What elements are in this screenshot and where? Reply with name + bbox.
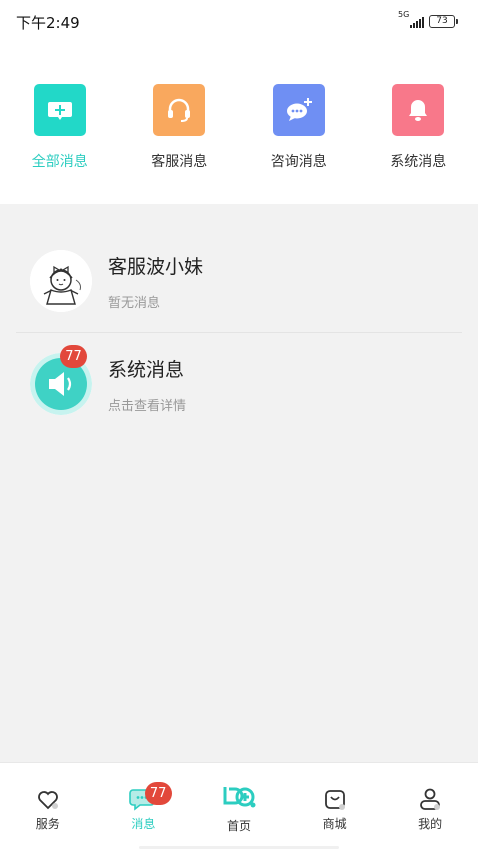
tab-label: 消息 [131, 817, 156, 831]
tab-service[interactable]: 服务 [0, 763, 96, 850]
list-item-customer-service[interactable]: 客服波小妹 暂无消息 [0, 230, 478, 333]
network-type: 5G [398, 10, 410, 19]
tab-label: 首页 [226, 819, 251, 833]
shopping-bag-icon [322, 785, 348, 813]
home-indicator [139, 846, 339, 849]
category-system[interactable]: 系统消息 [359, 84, 478, 171]
message-square-icon [33, 84, 86, 136]
category-consultation[interactable]: 咨询消息 [239, 84, 359, 171]
headset-icon [153, 84, 206, 136]
message-title: 系统消息 [108, 359, 185, 381]
category-label: 系统消息 [390, 154, 447, 170]
unread-badge: 77 [144, 782, 172, 805]
tab-home[interactable]: 首页 [191, 763, 287, 850]
category-all-messages[interactable]: 全部消息 [0, 84, 120, 171]
message-subtitle: 暂无消息 [108, 296, 161, 311]
category-label: 全部消息 [31, 154, 88, 170]
heart-icon [35, 785, 61, 813]
tab-mall[interactable]: 商城 [287, 763, 383, 850]
status-time: 下午2:49 [16, 14, 80, 32]
list-item-system-message[interactable]: 77 系统消息 点击查看详情 [0, 333, 478, 436]
message-subtitle: 点击查看详情 [108, 399, 187, 414]
battery-level: 73 [429, 15, 455, 28]
tab-label: 商城 [322, 817, 347, 831]
category-label: 客服消息 [151, 154, 208, 170]
avatar [30, 250, 92, 312]
chat-plus-icon [272, 84, 325, 136]
message-title: 客服波小妹 [108, 256, 204, 278]
tab-profile[interactable]: 我的 [382, 763, 478, 850]
battery-icon: 73 [429, 15, 458, 28]
top-panel: 下午2:49 5G 73 全部消息 客服消息 咨询消息 系统消息 [0, 0, 478, 204]
message-list: 客服波小妹 暂无消息 77 系统消息 点击查看详情 [0, 230, 478, 436]
bell-icon [392, 84, 445, 136]
status-bar: 下午2:49 5G 73 [0, 0, 478, 42]
category-customer-service[interactable]: 客服消息 [120, 84, 240, 171]
tab-label: 我的 [418, 817, 443, 831]
tab-messages[interactable]: 77 消息 [96, 763, 192, 850]
tab-label: 服务 [35, 817, 60, 831]
cellular-signal-icon: 5G [398, 10, 424, 28]
person-icon [417, 785, 443, 813]
message-category-bar: 全部消息 客服消息 咨询消息 系统消息 [0, 84, 478, 171]
status-indicators: 5G 73 [398, 10, 458, 28]
category-label: 咨询消息 [270, 154, 327, 170]
bottom-tab-bar: 服务 77 消息 首页 商城 我的 [0, 762, 478, 850]
home-logo-icon [221, 783, 257, 811]
unread-badge: 77 [60, 345, 87, 368]
cartoon-girl-avatar [30, 250, 92, 312]
